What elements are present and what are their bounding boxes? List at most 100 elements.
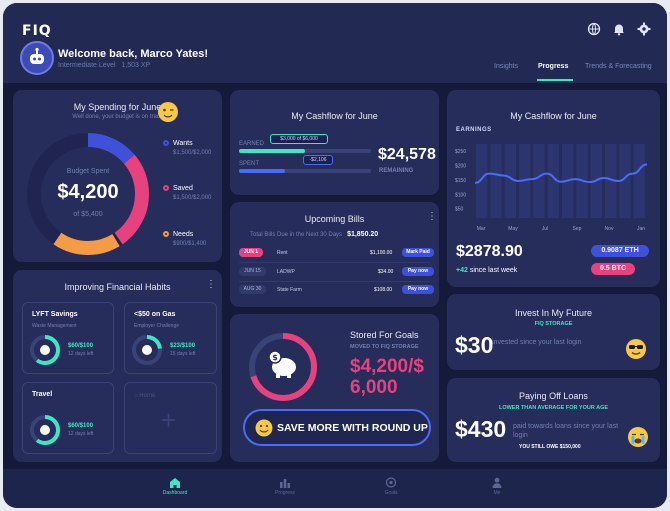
crying-emoji-icon xyxy=(628,427,648,447)
settings-icon[interactable] xyxy=(637,22,651,36)
habit-ring xyxy=(30,415,60,445)
loans-card: Paying Off Loans LOWER THAN AVERAGE FOR … xyxy=(447,378,660,462)
budget-spent-value: $4,200 xyxy=(57,181,119,203)
loans-amount: $430 xyxy=(455,416,507,442)
earnings-change-label: since last week xyxy=(469,267,518,274)
bill-row: JUN 15 LADWP $34.00 Pay now xyxy=(239,265,434,279)
btc-badge[interactable]: 0.5 BTC xyxy=(591,263,635,275)
stored-amount-line2: 6,000 xyxy=(350,377,398,398)
xp-text: 1,503 XP xyxy=(121,62,151,69)
robot-icon xyxy=(30,47,44,64)
earned-label: EARNED xyxy=(239,141,265,147)
tab-trends-forecasting[interactable]: Trends & Forecasting xyxy=(585,63,652,70)
habit-title: LYFT Savings xyxy=(32,311,78,318)
earnings-label: EARNINGS xyxy=(456,127,492,133)
smile-emoji-icon xyxy=(255,419,273,437)
earnings-change: +42 since last week xyxy=(456,267,517,274)
bill-name: Rent xyxy=(277,250,288,256)
legend-dot xyxy=(163,140,169,146)
loans-caption: paid towards loans since your last login xyxy=(513,423,619,439)
globe-icon[interactable] xyxy=(587,22,601,36)
earnings-change-value: +42 xyxy=(456,267,468,274)
add-habit-tile[interactable]: ⌂ Home + xyxy=(124,382,217,454)
bills-title: Upcoming Bills xyxy=(304,214,365,224)
stored-subtitle: MOVED TO FIQ STORAGE xyxy=(350,344,419,350)
legend-label: Saved xyxy=(173,185,193,192)
legend-dot xyxy=(163,231,169,237)
nav-goals[interactable]: Goals xyxy=(361,477,421,496)
donut-center-label: Budget Spent xyxy=(66,168,110,175)
habit-tile-lyft[interactable]: LYFT Savings Waste Management $60/$100 1… xyxy=(22,302,114,374)
bill-amount: $1,100.00 xyxy=(370,250,393,256)
bills-total-label: Total Bills Due in the Next 30 Days xyxy=(250,232,343,238)
habit-title: <$50 on Gas xyxy=(134,311,176,318)
nav-label: Progress xyxy=(274,490,295,496)
divider xyxy=(239,262,430,263)
habit-ring xyxy=(132,335,162,365)
nav-dashboard[interactable]: Dashboard xyxy=(145,477,205,496)
legend-value: $1,500/$2,000 xyxy=(173,150,212,156)
piggy-bank-icon: $ xyxy=(268,350,296,378)
invest-title: Invest In My Future xyxy=(514,308,593,318)
earnings-chart: $250 $200 $150 $100 $50 Mar May Jul Sep Nov Jan xyxy=(455,144,648,232)
round-up-label: SAVE MORE WITH ROUND UP xyxy=(277,422,428,434)
user-icon xyxy=(492,477,502,488)
x-tick-label: Sep xyxy=(573,226,582,232)
habits-card: Improving Financial Habits ⋮ LYFT Saving… xyxy=(13,270,222,462)
habit-days-left: 15 days left xyxy=(170,351,196,357)
bill-name: LADWP xyxy=(277,269,295,275)
bill-row: AUG 30 State Farm $108.00 Pay now xyxy=(239,283,434,297)
bills-menu-icon[interactable]: ⋮ xyxy=(427,212,437,222)
bill-name: State Farm xyxy=(277,287,302,293)
bill-amount: $108.00 xyxy=(374,287,393,293)
remaining-label: REMAINING xyxy=(379,168,414,174)
svg-text:$: $ xyxy=(272,353,278,362)
spent-badge: -$2,106 xyxy=(303,155,333,165)
cashflow-card: My Cashflow for June EARNED $3,000 of $6… xyxy=(230,90,439,195)
stored-amount-line1: $4,200/$ xyxy=(350,356,424,377)
legend-value: $900/$1,400 xyxy=(173,241,207,247)
loans-owe: YOU STILL OWE $150,000 xyxy=(519,444,581,450)
nav-me[interactable]: Me xyxy=(467,477,527,496)
nav-label: Goals xyxy=(384,490,398,496)
nav-progress[interactable]: Progress xyxy=(255,477,315,496)
x-tick-label: Nov xyxy=(605,226,614,232)
pay-now-button[interactable]: Pay now xyxy=(402,285,434,294)
bill-row: JUN 1 Rent $1,100.00 Mark Paid xyxy=(239,246,434,260)
habit-tile-gas[interactable]: <$50 on Gas Employer Challenge $23/$100 … xyxy=(124,302,217,374)
loans-title: Paying Off Loans xyxy=(519,391,588,401)
legend-dot xyxy=(163,185,169,191)
bell-icon[interactable] xyxy=(612,22,626,36)
pay-now-button[interactable]: Pay now xyxy=(402,267,434,276)
loans-subtitle: LOWER THAN AVERAGE FOR YOUR AGE xyxy=(498,405,609,411)
spending-subtitle: Well done, your budget is on track xyxy=(72,114,163,120)
bill-date-badge: JUN 15 xyxy=(239,267,266,276)
habits-menu-icon[interactable]: ⋮ xyxy=(206,280,216,290)
bottom-nav: Dashboard Progress Goals Me xyxy=(3,469,667,508)
invest-card: Invest In My Future FIQ STORAGE $30 inve… xyxy=(447,294,660,370)
remaining-value: $24,578 xyxy=(378,146,436,163)
earned-badge: $3,000 of $6,000 xyxy=(270,134,328,144)
level-text: Intermediate Level xyxy=(58,62,116,69)
earnings-amount: $2878.90 xyxy=(456,243,523,260)
mark-paid-button[interactable]: Mark Paid xyxy=(402,248,434,257)
y-tick-label: $50 xyxy=(455,207,464,213)
habit-progress-text: $60/$100 xyxy=(68,343,94,349)
tab-insights[interactable]: Insights xyxy=(494,63,518,70)
cool-emoji-icon xyxy=(626,339,646,359)
plus-icon: + xyxy=(161,405,177,435)
stored-title: Stored For Goals xyxy=(350,330,419,340)
legend-value: $1,500/$2,000 xyxy=(173,195,212,201)
tab-progress[interactable]: Progress xyxy=(538,63,568,70)
x-tick-label: Jul xyxy=(542,226,548,232)
spent-fill xyxy=(239,169,286,173)
earnings-title: My Cashflow for June xyxy=(510,111,597,121)
chart-band xyxy=(490,144,502,218)
eth-badge[interactable]: 0.9087 ETH xyxy=(591,245,649,257)
avatar[interactable] xyxy=(20,41,54,75)
habit-tile-travel[interactable]: Travel $60/$100 12 days left xyxy=(22,382,114,454)
app-logo: FIQ xyxy=(22,23,52,39)
home-icon xyxy=(170,478,180,488)
habit-progress-text: $23/$100 xyxy=(170,343,196,349)
round-up-button[interactable]: SAVE MORE WITH ROUND UP xyxy=(243,409,431,446)
